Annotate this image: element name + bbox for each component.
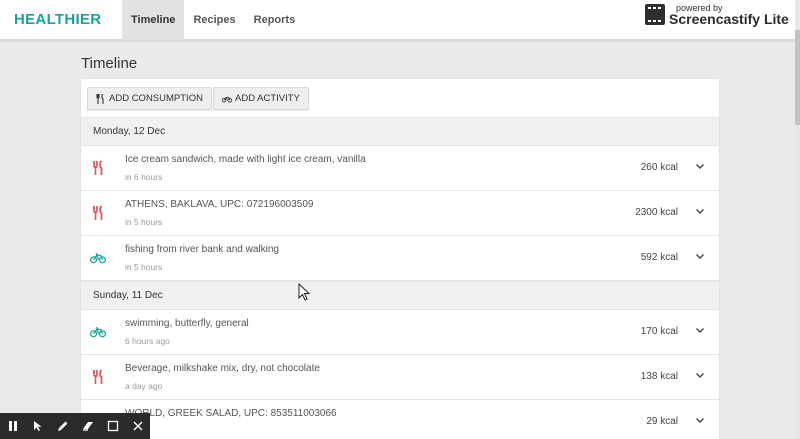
bicycle-icon xyxy=(90,253,106,264)
rectangle-tool-button[interactable] xyxy=(100,413,125,439)
entry-kcal: 138 kcal xyxy=(640,371,678,382)
bicycle-icon xyxy=(222,96,232,102)
day-header: Monday, 12 Dec xyxy=(81,117,719,146)
add-activity-label: ADD ACTIVITY xyxy=(235,93,300,104)
entry-time: in 5 hours xyxy=(125,217,163,227)
day-header: Sunday, 11 Dec xyxy=(81,281,719,310)
watermark-product: Screencastify Lite xyxy=(669,11,789,27)
timeline-entry[interactable]: fishing from river bank and walking in 5 … xyxy=(81,236,719,281)
top-navbar: HEALTHIER Timeline Recipes Reports power… xyxy=(0,0,798,40)
entry-title: fishing from river bank and walking xyxy=(125,244,279,255)
eraser-tool-button[interactable] xyxy=(75,413,100,439)
entry-title: swimming, butterfly, general xyxy=(125,318,249,329)
timeline-toolbar: ADD CONSUMPTION ADD ACTIVITY xyxy=(81,79,719,117)
fork-knife-icon xyxy=(93,160,103,175)
timeline-entry[interactable]: WORLD, GREEK SALAD, UPC: 853511003066ago… xyxy=(81,400,719,439)
entry-time: in 6 hours xyxy=(125,172,163,182)
pen-tool-button[interactable] xyxy=(50,413,75,439)
bicycle-icon xyxy=(90,327,106,338)
chevron-down-icon[interactable] xyxy=(694,414,706,426)
scrollbar-thumb[interactable] xyxy=(795,30,800,125)
chevron-down-icon[interactable] xyxy=(694,369,706,381)
chevron-down-icon[interactable] xyxy=(694,324,706,336)
pause-button[interactable] xyxy=(0,413,25,439)
brand-logo[interactable]: HEALTHIER xyxy=(14,11,101,28)
add-consumption-button[interactable]: ADD CONSUMPTION xyxy=(87,87,212,110)
page-title: Timeline xyxy=(81,55,138,72)
pointer-tool-button[interactable] xyxy=(25,413,50,439)
film-strip-icon xyxy=(645,4,665,25)
close-toolbar-button[interactable] xyxy=(125,413,150,439)
entry-time: in 5 hours xyxy=(125,262,163,272)
chevron-down-icon[interactable] xyxy=(694,250,706,262)
fork-knife-icon xyxy=(96,93,104,104)
tab-timeline[interactable]: Timeline xyxy=(122,0,185,40)
chevron-down-icon[interactable] xyxy=(694,160,706,172)
entry-kcal: 29 kcal xyxy=(646,416,678,427)
timeline-entry[interactable]: Beverage, milkshake mix, dry, not chocol… xyxy=(81,355,719,400)
eraser-icon xyxy=(82,422,93,431)
fork-knife-icon xyxy=(93,205,103,220)
entry-kcal: 2300 kcal xyxy=(635,207,678,218)
pause-icon xyxy=(8,421,17,431)
screencastify-watermark: powered by Screencastify Lite xyxy=(642,2,798,32)
entry-kcal: 592 kcal xyxy=(640,252,678,263)
mouse-pointer-icon xyxy=(298,283,310,301)
entry-time: a day ago xyxy=(125,381,163,391)
entry-time: 6 hours ago xyxy=(125,336,170,346)
timeline-entry[interactable]: swimming, butterfly, general 6 hours ago 1… xyxy=(81,310,719,355)
recording-toolbar xyxy=(0,413,150,439)
timeline-entry[interactable]: Ice cream sandwich, made with light ice … xyxy=(81,146,719,191)
pen-icon xyxy=(57,421,67,431)
fork-knife-icon xyxy=(93,369,103,384)
add-activity-button[interactable]: ADD ACTIVITY xyxy=(213,87,309,110)
cursor-icon xyxy=(33,421,41,431)
entry-kcal: 260 kcal xyxy=(640,162,678,173)
tab-reports[interactable]: Reports xyxy=(245,0,305,40)
timeline-list: Monday, 12 Dec Ice cream sandwich, made w… xyxy=(81,117,719,439)
tab-recipes[interactable]: Recipes xyxy=(184,0,244,40)
entry-title: Beverage, milkshake mix, dry, not chocol… xyxy=(125,363,320,374)
entry-title: WORLD, GREEK SALAD, UPC: 853511003066 xyxy=(125,408,337,419)
chevron-down-icon[interactable] xyxy=(694,205,706,217)
entry-title: ATHENS, BAKLAVA, UPC: 072196003509 xyxy=(125,199,314,210)
close-icon xyxy=(133,421,142,431)
timeline-card: ADD CONSUMPTION ADD ACTIVITY Monday, 12 … xyxy=(81,79,719,439)
entry-kcal: 170 kcal xyxy=(640,326,678,337)
entry-title: Ice cream sandwich, made with light ice … xyxy=(125,154,366,165)
page-scrollbar[interactable] xyxy=(795,0,800,439)
timeline-entry[interactable]: ATHENS, BAKLAVA, UPC: 072196003509 in 5 h… xyxy=(81,191,719,236)
rectangle-icon xyxy=(107,420,118,432)
add-consumption-label: ADD CONSUMPTION xyxy=(109,93,203,104)
main-nav: Timeline Recipes Reports xyxy=(122,0,304,40)
